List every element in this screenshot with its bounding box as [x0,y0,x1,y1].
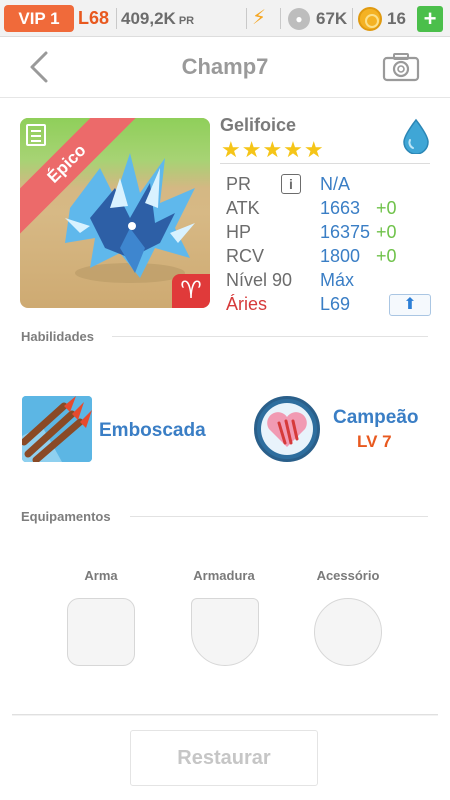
camera-icon[interactable] [382,52,420,82]
divider [246,8,247,29]
stat-bonus: +0 [376,198,397,218]
food-amount: 67K [316,9,348,28]
armor-slot[interactable] [191,598,259,666]
stat-bonus: +0 [376,246,397,266]
stat-row-hp: HP 16375 +0 [226,220,432,244]
monster-name: Gelifoice [220,115,297,135]
top-status-bar: VIP 1 L68 409,2K PR ⚡ ● 67K 16 + [0,0,450,37]
skill-icon-inner [261,403,313,455]
info-icon[interactable]: i [281,174,301,194]
weapon-slot[interactable] [67,598,135,666]
skill-emboscada-icon[interactable] [22,396,92,462]
stats-table: PR i N/A ATK 1663 +0 HP 16375 +0 RCV 180… [226,172,432,316]
vip-badge[interactable]: VIP 1 [4,5,74,32]
divider [352,8,353,29]
stat-row-zodiac: Áries L69 ⬆ [226,292,432,316]
heart-claw-icon [267,412,307,447]
stat-label: RCV [226,246,265,266]
restore-button[interactable]: Restaurar [130,730,318,786]
stat-row-pr: PR i N/A [226,172,432,196]
slot-label-accessory: Acessório [316,568,380,583]
power-value: 409,2K PR [121,5,194,32]
power-amount: 409,2K [121,9,176,28]
food-icon: ● [288,8,310,30]
stat-label: Nível 90 [226,270,293,290]
stat-row-level: Nível 90 Máx [226,268,432,292]
aries-icon: ♈ [172,274,210,308]
stat-value: 16375 [320,222,371,242]
stat-bonus: +0 [376,222,397,242]
coin-amount: 16 [387,9,406,28]
slot-label-armor: Armadura [193,568,255,583]
divider [220,163,430,164]
divider [116,8,117,29]
coin-icon [358,7,382,31]
monster-portrait[interactable]: Épico ♈ [20,118,210,308]
power-unit: PR [178,15,195,27]
stat-value: 1663 [320,198,361,218]
skill-2-name[interactable]: Campeão [333,407,419,429]
bolt-icon: ⚡ [252,7,267,29]
stat-label: PR [226,174,252,194]
stat-row-atk: ATK 1663 +0 [226,196,432,220]
skill-1-name[interactable]: Emboscada [99,420,206,442]
skill-2-level: LV 7 [357,432,392,451]
add-coins-button[interactable]: + [417,6,443,32]
stat-label: Áries [226,294,268,314]
divider [112,336,428,337]
star-rating: ★★★★★ [221,137,325,162]
stat-value: N/A [320,174,351,194]
stat-label: ATK [226,198,260,218]
stat-label: HP [226,222,252,242]
accessory-slot[interactable] [314,598,382,666]
divider [130,516,428,517]
slot-label-weapon: Arma [84,568,118,583]
equipment-section-title: Equipamentos [21,509,111,524]
skill-campeao-icon[interactable] [254,396,320,462]
stat-value: L69 [320,294,351,314]
stat-row-rcv: RCV 1800 +0 [226,244,432,268]
page-header: Champ7 [0,38,450,98]
divider [12,714,438,715]
stat-value: Máx [320,270,355,290]
stat-value: 1800 [320,246,361,266]
divider [280,8,281,29]
skills-section-title: Habilidades [21,329,94,344]
arrow-up-icon[interactable]: ⬆ [389,294,431,316]
player-level: L68 [78,8,110,28]
document-icon[interactable] [26,124,46,146]
water-drop-icon [403,118,429,154]
